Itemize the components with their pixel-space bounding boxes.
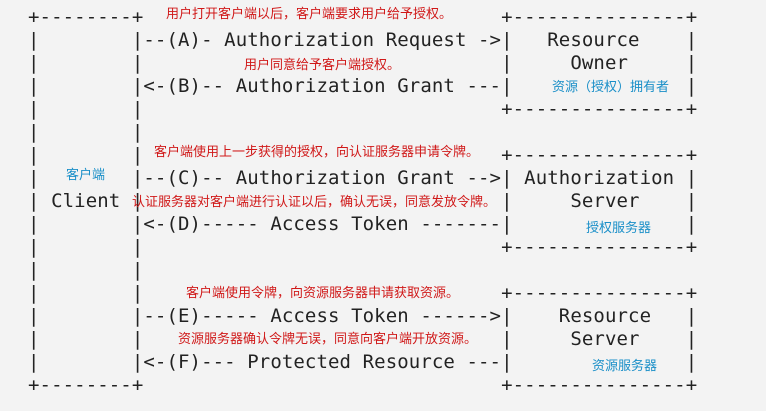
- annotation-client: 客户端: [66, 168, 106, 183]
- diagram-line: | |--(E)----- Access Token ------>| Reso…: [28, 305, 698, 327]
- diagram-line: | |--(A)- Authorization Request ->| Reso…: [28, 29, 698, 51]
- annotation-step-b: 用户同意给予客户端授权。: [244, 58, 401, 73]
- annotation-resource-owner: 资源（授权）拥有者: [552, 80, 670, 95]
- diagram-line: | |--(C)-- Authorization Grant -->| Auth…: [28, 167, 698, 189]
- diagram-line: | |: [28, 259, 144, 281]
- annotation-step-a: 用户打开客户端以后，客户端要求用户给予授权。: [166, 7, 453, 22]
- diagram-line: +--------+ +---------------+: [28, 374, 698, 396]
- annotation-step-c: 客户端使用上一步获得的授权，向认证服务器申请令牌。: [154, 145, 480, 160]
- annotation-resource-server: 资源服务器: [592, 359, 658, 374]
- annotation-step-d: 认证服务器对客户端进行认证以后，确认无误，同意发放令牌。: [132, 195, 497, 210]
- annotation-step-e: 客户端使用令牌，向资源服务器申请获取资源。: [186, 286, 460, 301]
- annotation-step-f: 资源服务器确认令牌无误，同意向客户端开放资源。: [178, 332, 478, 347]
- diagram-line: | | +---------------+: [28, 98, 698, 120]
- annotation-authorization-server: 授权服务器: [586, 221, 652, 236]
- diagram-line: | |: [28, 121, 144, 143]
- diagram-line: | | +---------------+: [28, 236, 698, 258]
- oauth-diagram-page: { "colors": { "background": "#f3f3f3", "…: [0, 0, 766, 411]
